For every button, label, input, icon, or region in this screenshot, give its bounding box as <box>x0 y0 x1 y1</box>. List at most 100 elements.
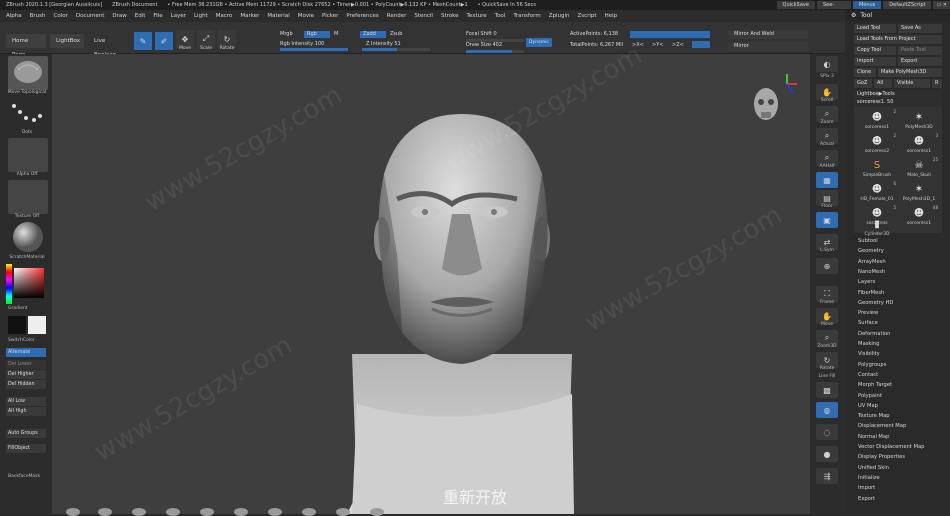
tool-item[interactable]: S SimpleBrush <box>856 157 898 181</box>
material-thumbnail[interactable] <box>8 220 48 254</box>
brush-slot[interactable] <box>166 508 180 516</box>
brush-slot[interactable] <box>370 508 384 516</box>
menu-zscript[interactable]: Zscript <box>577 13 596 19</box>
live-boolean-button[interactable]: Live Boolean <box>88 34 128 58</box>
tool-item[interactable]: ✶ PolyMesh3D <box>898 109 940 133</box>
menu-transform[interactable]: Transform <box>513 13 540 19</box>
subpalette-subtool[interactable]: Subtool <box>858 238 878 244</box>
brush-slot[interactable] <box>234 508 248 516</box>
menu-color[interactable]: Color <box>54 13 68 19</box>
subpalette-preview[interactable]: Preview <box>858 310 878 316</box>
menu-texture[interactable]: Texture <box>467 13 487 19</box>
load-tools-from-project-button[interactable]: Load Tools From Project <box>854 35 942 44</box>
menu-layer[interactable]: Layer <box>171 13 186 19</box>
r-button[interactable]: R <box>932 79 942 88</box>
brush-thumbnail[interactable] <box>8 56 48 90</box>
goz-button[interactable]: GoZ <box>854 79 872 88</box>
subpalette-fibermesh[interactable]: FiberMesh <box>858 290 884 296</box>
alpha-thumbnail[interactable] <box>8 138 48 172</box>
menu-render[interactable]: Render <box>387 13 407 19</box>
del-lower-button[interactable]: Del Lower <box>6 360 46 369</box>
menu-brush[interactable]: Brush <box>30 13 46 19</box>
subpalette-deformation[interactable]: Deformation <box>858 331 890 337</box>
tool-palette-header[interactable]: ⚙ Tool <box>845 10 950 21</box>
paste-tool-button[interactable]: Paste Tool <box>898 46 942 55</box>
menu-tool[interactable]: Tool <box>495 13 506 19</box>
fill-object-button[interactable]: FillObject <box>6 444 46 453</box>
rgb-toggle[interactable]: Rgb <box>304 31 330 38</box>
xyz-button[interactable]: ⊕ <box>816 258 838 274</box>
all-low-button[interactable]: All Low <box>6 397 46 406</box>
menu-picker[interactable]: Picker <box>322 13 338 19</box>
save-as-button[interactable]: Save As <box>898 24 942 33</box>
edit-mode-button[interactable]: ✎ <box>134 32 152 50</box>
import-button[interactable]: Import <box>854 57 896 66</box>
sym-y-toggle[interactable]: >Y< <box>652 42 663 48</box>
switch-color-label[interactable]: SwitchColor <box>8 338 54 343</box>
polyf-button[interactable]: ▩ <box>816 382 838 398</box>
subpalette-export[interactable]: Export <box>858 496 875 502</box>
subpalette-import[interactable]: Import <box>858 485 875 491</box>
tool-item[interactable]: ☻ 3 sorceress1 <box>898 133 940 157</box>
alternate-button[interactable]: Alternate <box>6 348 46 357</box>
del-higher-button[interactable]: Del Higher <box>6 370 46 379</box>
mrgb-toggle[interactable]: Mrgb <box>280 31 293 37</box>
quicksave-button[interactable]: QuickSave <box>776 1 815 9</box>
tool-item[interactable]: ✶ PolyMesh3D_1 <box>898 181 940 205</box>
menu-alpha[interactable]: Alpha <box>6 13 22 19</box>
menu-draw[interactable]: Draw <box>112 13 126 19</box>
texture-thumbnail[interactable] <box>8 180 48 214</box>
see-through-slider[interactable]: See-through <box>816 1 851 16</box>
tool-item[interactable]: ☻ 48 sorceress1 <box>898 205 940 229</box>
menu-material[interactable]: Material <box>267 13 289 19</box>
sym-x-toggle[interactable]: >X< <box>632 42 644 48</box>
subpalette-initialize[interactable]: Initialize <box>858 475 880 481</box>
subpalette-nanomesh[interactable]: NanoMesh <box>858 269 885 275</box>
persp-button[interactable]: ▦ <box>816 172 838 188</box>
subpalette-uv-map[interactable]: UV Map <box>858 403 878 409</box>
main-color-swatch[interactable] <box>8 316 26 334</box>
secondary-color-swatch[interactable] <box>28 316 46 334</box>
transp-button[interactable]: ◍ <box>816 402 838 418</box>
subpalette-surface[interactable]: Surface <box>858 320 878 326</box>
subpalette-polygroups[interactable]: Polygroups <box>858 362 886 368</box>
zadd-toggle[interactable]: Zadd <box>360 31 386 38</box>
draw-mode-button[interactable]: ✐ <box>155 32 173 50</box>
stroke-thumbnail[interactable] <box>8 98 48 132</box>
tool-item[interactable]: ▮ Cylinder3D <box>856 216 898 240</box>
subpalette-display-properties[interactable]: Display Properties <box>858 454 905 460</box>
auto-groups-button[interactable]: Auto Groups <box>6 429 46 438</box>
subpalette-arraymesh[interactable]: ArrayMesh <box>858 259 886 265</box>
radial-toggle[interactable] <box>692 41 710 48</box>
subpalette-displacement-map[interactable]: Displacement Map <box>858 423 906 429</box>
menu-file[interactable]: File <box>153 13 162 19</box>
subpalette-layers[interactable]: Layers <box>858 279 875 285</box>
subpalette-vector-displacement-map[interactable]: Vector Displacement Map <box>858 444 924 450</box>
active-symmetry-button[interactable] <box>630 31 710 38</box>
load-tool-button[interactable]: Load Tool <box>854 24 896 33</box>
menu-preferences[interactable]: Preferences <box>346 13 378 19</box>
tool-item[interactable]: ☻ 2 sorceress1 <box>856 109 898 133</box>
tool-item[interactable]: ☠ 25 Male_Skull <box>898 157 940 181</box>
tool-item[interactable]: ☻ 2 sorceress2 <box>856 133 898 157</box>
menus-button[interactable]: Menus <box>852 1 882 9</box>
color-picker[interactable] <box>6 264 46 304</box>
menu-stencil[interactable]: Stencil <box>414 13 433 19</box>
canvas-viewport[interactable]: www.52cgzy.com www.52cgzy.com www.52cgzy… <box>52 40 810 514</box>
visible-button[interactable]: Visible <box>894 79 930 88</box>
brush-slot[interactable] <box>66 508 80 516</box>
draw-size-slider[interactable] <box>466 50 524 53</box>
del-hidden-button[interactable]: Del Hidden <box>6 380 46 389</box>
all-button[interactable]: All <box>874 79 892 88</box>
subpalette-normal-map[interactable]: Normal Map <box>858 434 889 440</box>
backface-mask-toggle[interactable]: BackfaceMask <box>8 474 54 479</box>
brush-slot[interactable] <box>98 508 112 516</box>
sym-z-toggle[interactable]: >Z< <box>672 42 684 48</box>
menu-document[interactable]: Document <box>76 13 105 19</box>
subpalette-visibility[interactable]: Visibility <box>858 351 880 357</box>
menu-light[interactable]: Light <box>194 13 208 19</box>
solo-button[interactable]: ● <box>816 446 838 462</box>
all-high-button[interactable]: All High <box>6 407 46 416</box>
copy-tool-button[interactable]: Copy Tool <box>854 46 896 55</box>
subpalette-polypaint[interactable]: Polypaint <box>858 393 882 399</box>
